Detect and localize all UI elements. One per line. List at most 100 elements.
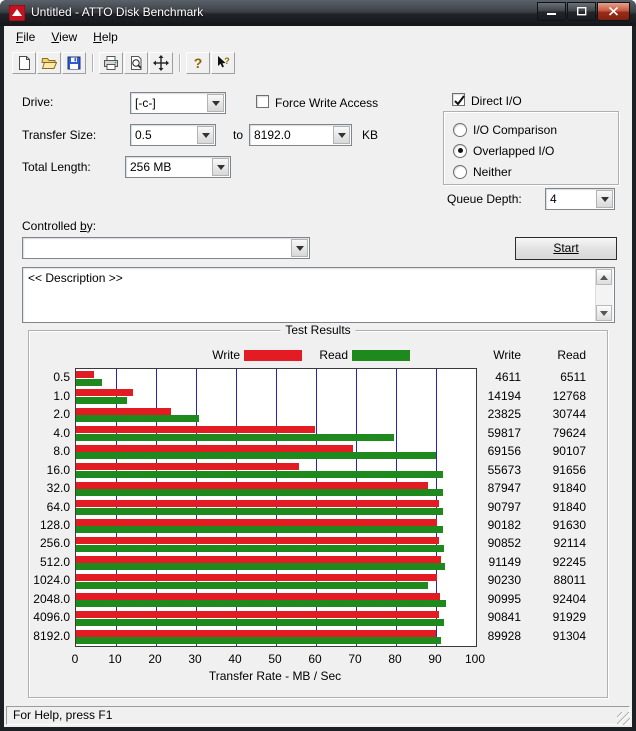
maximize-button[interactable] [567, 2, 596, 21]
chevron-down-icon[interactable] [207, 94, 224, 112]
value-read: 91840 [552, 499, 586, 514]
radio-neither[interactable]: Neither [453, 161, 618, 182]
radio-circle-icon[interactable] [453, 122, 467, 137]
bar-read [76, 581, 429, 589]
toolbar-separator [92, 54, 93, 72]
scroll-up-icon[interactable] [596, 269, 612, 285]
description-box[interactable]: << Description >> [22, 267, 615, 323]
radio-label: Neither [473, 164, 512, 179]
chevron-down-icon[interactable] [291, 239, 308, 257]
context-help-button[interactable]: ? [211, 52, 235, 74]
category-label: 2.0 [53, 407, 70, 422]
bar-read [76, 544, 445, 552]
value-read: 91840 [552, 481, 586, 496]
open-button[interactable] [37, 52, 61, 74]
bar-read [76, 526, 443, 534]
value-read: 91304 [552, 628, 586, 643]
drive-select[interactable]: [-c-] [130, 92, 226, 114]
value-read: 12768 [552, 388, 586, 403]
force-write-access-checkbox[interactable] [256, 95, 269, 108]
read-column-header: Read [557, 348, 586, 362]
test-results-title: Test Results [280, 323, 356, 337]
transfer-size-from-value: 0.5 [135, 128, 152, 142]
description-scrollbar[interactable] [595, 269, 613, 321]
new-document-icon [19, 56, 30, 70]
value-read: 92245 [552, 554, 586, 569]
print-button[interactable] [99, 52, 123, 74]
transfer-size-to-select[interactable]: 8192.0 [249, 124, 352, 146]
queue-depth-label: Queue Depth: [447, 192, 522, 206]
close-icon [608, 7, 618, 16]
pan-button[interactable] [149, 52, 173, 74]
category-label: 1024.0 [33, 573, 70, 588]
direct-io-checkbox[interactable] [452, 93, 465, 106]
menu-help[interactable]: Help [85, 27, 126, 47]
svg-text:?: ? [224, 56, 230, 66]
x-tick-label: 70 [348, 652, 362, 666]
bar-write [76, 371, 95, 378]
value-read: 92404 [552, 591, 586, 606]
transfer-size-from-select[interactable]: 0.5 [130, 124, 216, 146]
kb-unit-label: KB [362, 128, 379, 142]
bar-write [76, 389, 133, 397]
menu-view[interactable]: View [43, 27, 85, 47]
transfer-size-to-value: 8192.0 [254, 128, 291, 142]
category-label: 16.0 [46, 462, 70, 477]
maximize-icon [576, 7, 586, 16]
status-bar: For Help, press F1 [4, 704, 632, 727]
menu-file[interactable]: File [8, 27, 43, 47]
drive-value: [-c-] [135, 96, 156, 110]
print-preview-button[interactable] [124, 52, 148, 74]
chevron-down-icon[interactable] [212, 158, 229, 176]
drive-label: Drive: [22, 95, 54, 109]
bar-read [76, 600, 446, 608]
chevron-down-icon[interactable] [333, 126, 350, 144]
bar-read [76, 507, 444, 515]
x-tick-label: 20 [148, 652, 162, 666]
radio-i-o-comparison[interactable]: I/O Comparison [453, 119, 618, 140]
total-length-select[interactable]: 256 MB [125, 156, 231, 178]
bar-write [76, 426, 316, 434]
chevron-down-icon[interactable] [197, 126, 214, 144]
window-controls [537, 2, 630, 21]
radio-overlapped-i-o[interactable]: Overlapped I/O [453, 140, 618, 161]
category-label: 8.0 [53, 444, 70, 459]
x-axis-ticks: 0 10 20 30 40 50 60 70 80 90 100 [72, 652, 485, 666]
close-button[interactable] [597, 2, 630, 21]
bar-write [76, 555, 441, 563]
bar-write [76, 407, 172, 415]
resize-grip[interactable] [617, 712, 630, 725]
app-icon [8, 4, 26, 22]
bar-write [76, 629, 436, 637]
x-axis-title: Transfer Rate - MB / Sec [208, 669, 342, 683]
bar-write [76, 481, 428, 489]
category-label: 2048.0 [33, 591, 70, 606]
x-tick-label: 60 [308, 652, 322, 666]
category-label: 0.5 [53, 370, 70, 385]
new-button[interactable] [12, 52, 36, 74]
toolbar-separator [179, 54, 180, 72]
start-button[interactable]: Start [515, 237, 617, 260]
value-read: 90107 [552, 444, 586, 459]
window-title: Untitled - ATTO Disk Benchmark [31, 5, 204, 19]
radio-circle-icon[interactable] [453, 143, 467, 158]
value-read: 30744 [552, 407, 586, 422]
chevron-down-icon[interactable] [596, 190, 613, 208]
minimize-button[interactable] [537, 2, 566, 21]
radio-label: Overlapped I/O [473, 143, 555, 158]
to-label: to [233, 128, 244, 142]
save-button[interactable] [62, 52, 86, 74]
about-button[interactable]: ? [186, 52, 210, 74]
bar-write [76, 444, 353, 452]
force-write-access-label: Force Write Access [275, 96, 379, 110]
scroll-down-icon[interactable] [596, 305, 612, 321]
svg-text:?: ? [194, 55, 203, 71]
queue-depth-select[interactable]: 4 [545, 188, 615, 210]
category-label: 4.0 [53, 425, 70, 440]
queue-depth-value: 4 [550, 192, 557, 206]
radio-circle-icon[interactable] [453, 164, 467, 179]
help-icon: ? [194, 55, 203, 71]
bar-read [76, 618, 444, 626]
value-read: 88011 [553, 573, 586, 588]
controlled-by-select[interactable] [22, 237, 310, 259]
